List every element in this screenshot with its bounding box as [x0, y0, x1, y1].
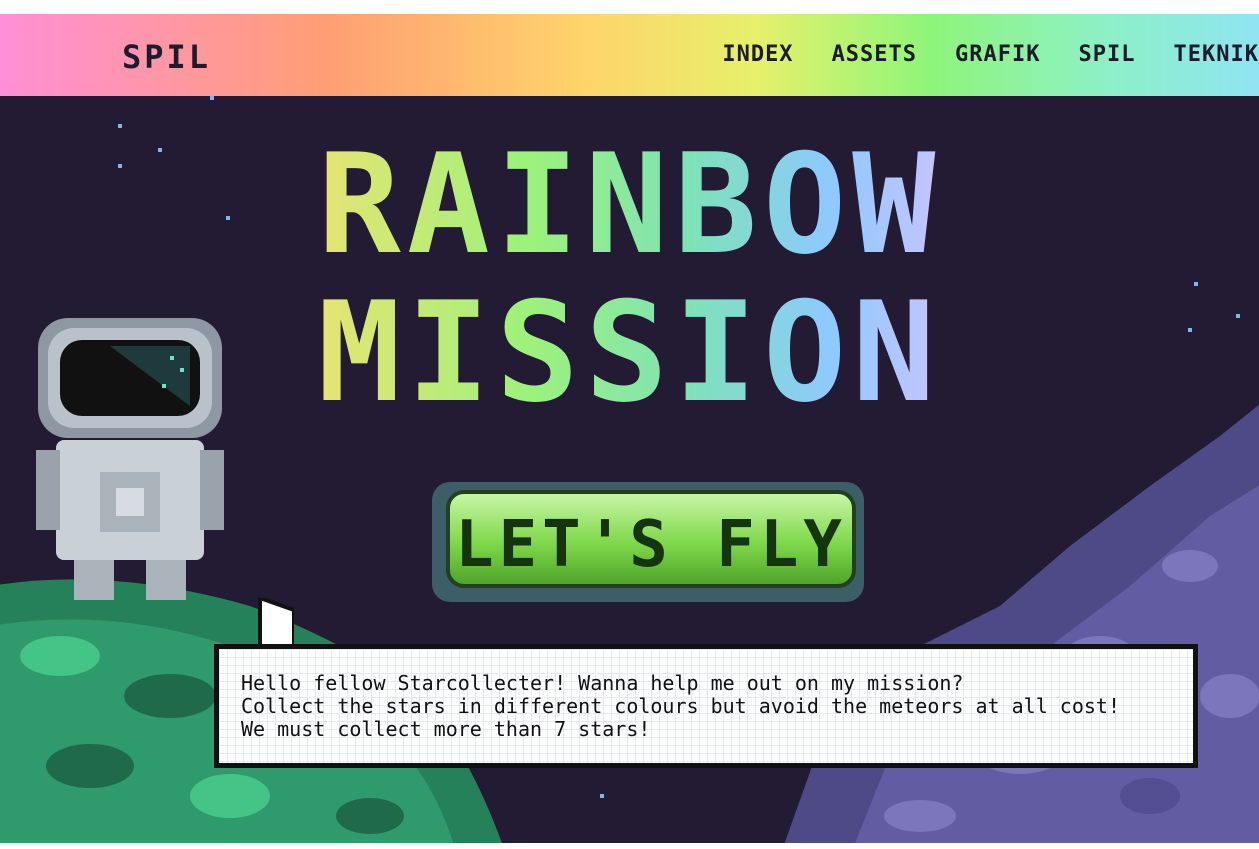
planet-icon	[784, 404, 1259, 843]
star-icon	[210, 96, 214, 100]
lets-fly-label: LET'S FLY	[455, 508, 847, 582]
nav-link-grafik[interactable]: GRAFIK	[955, 42, 1040, 67]
star-icon	[600, 794, 604, 798]
nav-link-teknik[interactable]: TEKNIK	[1174, 42, 1259, 67]
lets-fly-button[interactable]: LET'S FLY	[432, 482, 864, 602]
speech-line-3: We must collect more than 7 stars!	[241, 717, 651, 741]
nav-link-spil[interactable]: SPIL	[1079, 42, 1136, 67]
speech-bubble: Hello fellow Starcollecter! Wanna help m…	[214, 598, 1198, 768]
brand-logo[interactable]: SPIL	[122, 38, 211, 76]
speech-line-1: Hello fellow Starcollecter! Wanna help m…	[241, 671, 964, 695]
game-stage: RAINBOW MISSION LET'S FLY Hello fellow S…	[0, 96, 1259, 843]
nav-link-index[interactable]: INDEX	[722, 42, 793, 67]
navbar: SPIL INDEX ASSETS GRAFIK SPIL TEKNIK	[0, 14, 1259, 96]
lets-fly-button-face: LET'S FLY	[446, 490, 856, 588]
star-icon	[118, 124, 122, 128]
top-strip	[0, 0, 1259, 14]
astronaut-icon	[36, 318, 224, 600]
nav-links: INDEX ASSETS GRAFIK SPIL TEKNIK	[684, 42, 1259, 67]
bottom-strip	[0, 843, 1259, 849]
title-line-1: RAINBOW	[0, 136, 1259, 274]
speech-text: Hello fellow Starcollecter! Wanna help m…	[241, 672, 1120, 741]
nav-link-assets[interactable]: ASSETS	[832, 42, 917, 67]
speech-line-2: Collect the stars in different colours b…	[241, 694, 1120, 718]
